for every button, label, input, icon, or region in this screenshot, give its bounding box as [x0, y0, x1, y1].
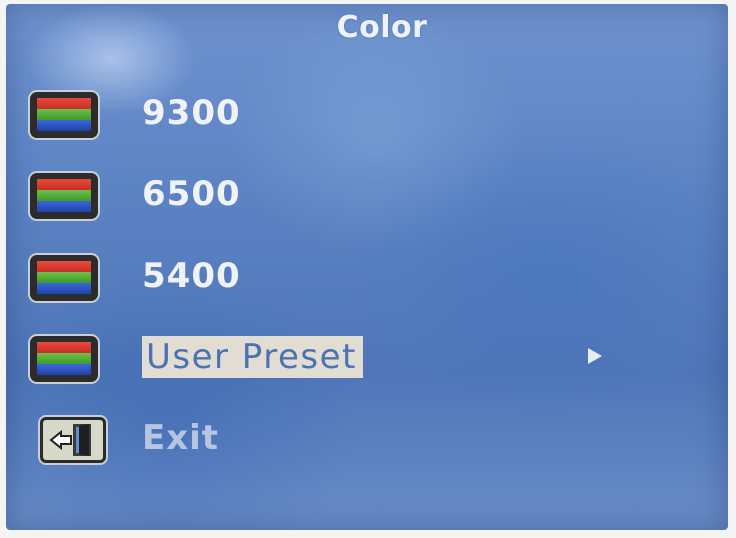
monitor-screen: Color 9300 6500 5400 User Preset Exit [0, 0, 736, 538]
menu-item-user-preset[interactable]: User Preset [6, 336, 728, 406]
menu-item-label-selected: User Preset [142, 336, 363, 378]
color-bars-icon [30, 255, 98, 301]
menu-item-6500[interactable]: 6500 [6, 173, 728, 243]
menu-item-exit[interactable]: Exit [6, 417, 728, 487]
color-bars-icon [30, 336, 98, 382]
exit-door-icon [40, 417, 106, 463]
menu-item-label: Exit [142, 418, 220, 458]
right-arrow-icon [588, 348, 602, 364]
menu-item-9300[interactable]: 9300 [6, 92, 728, 162]
menu-title: Color [336, 10, 428, 45]
color-bars-icon [30, 173, 98, 219]
menu-item-label: 6500 [142, 174, 241, 214]
menu-item-label: 9300 [142, 93, 241, 133]
color-bars-icon [30, 92, 98, 138]
menu-item-label: 5400 [142, 256, 241, 296]
osd-color-menu: Color 9300 6500 5400 User Preset Exit [6, 4, 728, 530]
menu-item-5400[interactable]: 5400 [6, 255, 728, 325]
